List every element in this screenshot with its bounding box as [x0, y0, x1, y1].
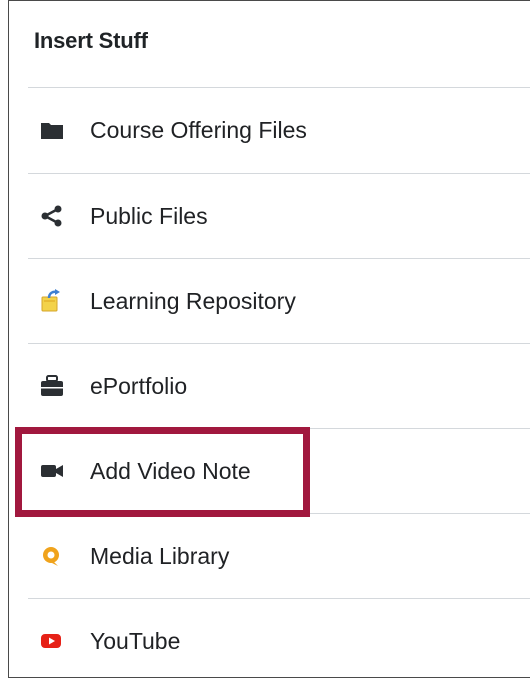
menu-item-learning-repository[interactable]: Learning Repository — [28, 259, 530, 343]
menu-item-eportfolio[interactable]: ePortfolio — [28, 344, 530, 428]
menu-item-label: Media Library — [90, 542, 230, 569]
menu-item-label: Public Files — [90, 202, 208, 229]
media-library-icon — [40, 544, 80, 568]
folder-icon — [40, 118, 80, 142]
menu-item-media-library[interactable]: Media Library — [28, 514, 530, 598]
repository-icon — [40, 289, 80, 313]
youtube-icon — [40, 629, 80, 653]
menu-item-youtube[interactable]: YouTube — [28, 599, 530, 683]
panel-title: Insert Stuff — [34, 28, 148, 53]
briefcase-icon — [40, 374, 80, 398]
menu-item-public-files[interactable]: Public Files — [28, 174, 530, 258]
menu-item-label: YouTube — [90, 627, 181, 654]
menu-item-label: Learning Repository — [90, 287, 296, 314]
menu-item-label: Add Video Note — [90, 457, 251, 484]
menu-item-course-offering-files[interactable]: Course Offering Files — [28, 88, 530, 172]
menu-item-add-video-note[interactable]: Add Video Note — [28, 429, 530, 513]
insert-stuff-panel: Insert Stuff Course Offering Files Publi… — [8, 0, 530, 678]
share-icon — [40, 204, 80, 228]
menu-item-label: ePortfolio — [90, 372, 188, 399]
video-camera-icon — [40, 459, 80, 483]
menu-item-label: Course Offering Files — [90, 116, 307, 143]
